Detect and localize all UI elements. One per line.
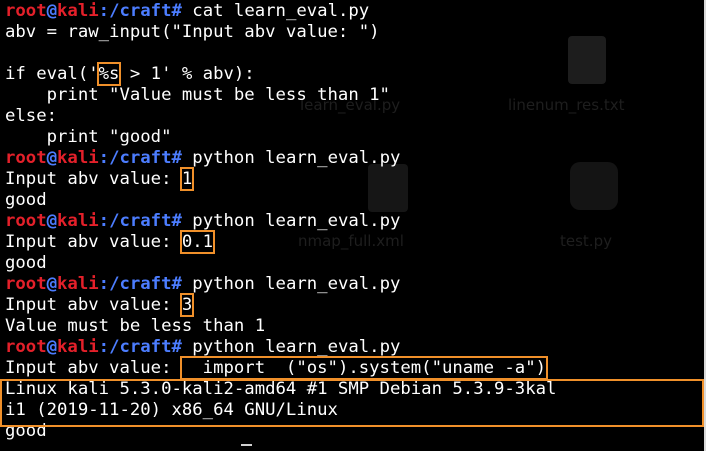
prompt-colon: : <box>98 211 110 231</box>
output-text: print "good" <box>5 127 172 147</box>
output-text: else: <box>5 106 58 126</box>
prompt-at: @ <box>46 211 58 231</box>
prompt-user: root <box>5 337 47 357</box>
output-line: print "Value must be less than 1" <box>5 85 704 106</box>
prompt-host: kali <box>57 337 99 357</box>
output-line: Value must be less than 1 <box>5 316 704 337</box>
output-text: abv = raw_input("Input abv value: ") <box>5 22 380 42</box>
prompt-path: /craft <box>109 211 172 231</box>
command-text: python learn_eval.py <box>181 337 401 357</box>
prompt-colon: : <box>98 1 110 21</box>
prompt-path: /craft <box>109 1 172 21</box>
output-line: print "good" <box>5 127 704 148</box>
prompt-user: root <box>5 274 47 294</box>
prompt-user: root <box>5 1 47 21</box>
output-text: good <box>5 253 47 273</box>
output-text: Input abv value: <box>5 295 182 315</box>
output-text: print "Value must be less than 1" <box>5 85 390 105</box>
output-line: abv = raw_input("Input abv value: ") <box>5 22 704 43</box>
output-text: Input abv value: <box>5 358 182 378</box>
prompt-host: kali <box>57 274 99 294</box>
output-text: good <box>5 190 47 210</box>
command-text: cat learn_eval.py <box>181 1 370 21</box>
output-line: Input abv value: 0.1 <box>5 230 704 254</box>
prompt-line: root@kali:/craft# python learn_eval.py <box>5 274 704 295</box>
prompt-host: kali <box>57 211 99 231</box>
highlighted-input: import ("os").system("uname -a") <box>179 356 549 380</box>
output-line: good <box>5 253 704 274</box>
output-line: else: <box>5 106 704 127</box>
highlighted-input: 1 <box>179 167 195 191</box>
prompt-at: @ <box>46 337 58 357</box>
output-line: good <box>5 190 704 211</box>
output-text: Input abv value: <box>5 169 182 189</box>
output-line: Input abv value: 1 <box>5 167 704 191</box>
prompt-path: /craft <box>109 274 172 294</box>
prompt-hash: # <box>171 337 182 357</box>
output-text: Input abv value: <box>5 232 182 252</box>
prompt-colon: : <box>98 337 110 357</box>
command-text: python learn_eval.py <box>181 211 401 231</box>
prompt-colon: : <box>98 274 110 294</box>
prompt-hash: # <box>171 274 182 294</box>
prompt-at: @ <box>46 148 58 168</box>
prompt-line: root@kali:/craft# cat learn_eval.py <box>5 1 704 22</box>
prompt-at: @ <box>46 1 58 21</box>
prompt-host: kali <box>57 148 99 168</box>
prompt-colon: : <box>98 148 110 168</box>
prompt-hash: # <box>171 148 182 168</box>
prompt-line: root@kali:/craft# python learn_eval.py <box>5 337 704 358</box>
highlighted-input: 0.1 <box>179 230 216 254</box>
prompt-at: @ <box>46 274 58 294</box>
terminal-output: root@kali:/craft# cat learn_eval.py abv =… <box>5 1 704 442</box>
prompt-line: root@kali:/craft# python learn_eval.py <box>5 148 704 169</box>
prompt-host: kali <box>57 1 99 21</box>
prompt-user: root <box>5 211 47 231</box>
output-text: if eval(' <box>5 64 99 84</box>
prompt-hash: # <box>171 1 182 21</box>
output-text: > 1' % abv): <box>119 64 255 84</box>
output-line: if eval('%s > 1' % abv): <box>5 62 704 86</box>
prompt-hash: # <box>171 211 182 231</box>
output-line: Input abv value: import ("os").system("u… <box>5 356 704 380</box>
command-text: python learn_eval.py <box>181 148 401 168</box>
text-cursor <box>241 444 252 446</box>
prompt-path: /craft <box>109 148 172 168</box>
highlighted-input: 3 <box>179 293 195 317</box>
output-text: Value must be less than 1 <box>5 316 266 336</box>
prompt-line: root@kali:/craft# python learn_eval.py <box>5 211 704 232</box>
prompt-user: root <box>5 148 47 168</box>
prompt-path: /craft <box>109 337 172 357</box>
command-text: python learn_eval.py <box>181 274 401 294</box>
output-line: Input abv value: 3 <box>5 293 704 317</box>
command-output-highlight <box>0 379 704 427</box>
highlighted-input: %s <box>96 62 122 86</box>
terminal-window[interactable]: learn_eval.py linenum_res.txt nmap_full.… <box>0 0 706 451</box>
